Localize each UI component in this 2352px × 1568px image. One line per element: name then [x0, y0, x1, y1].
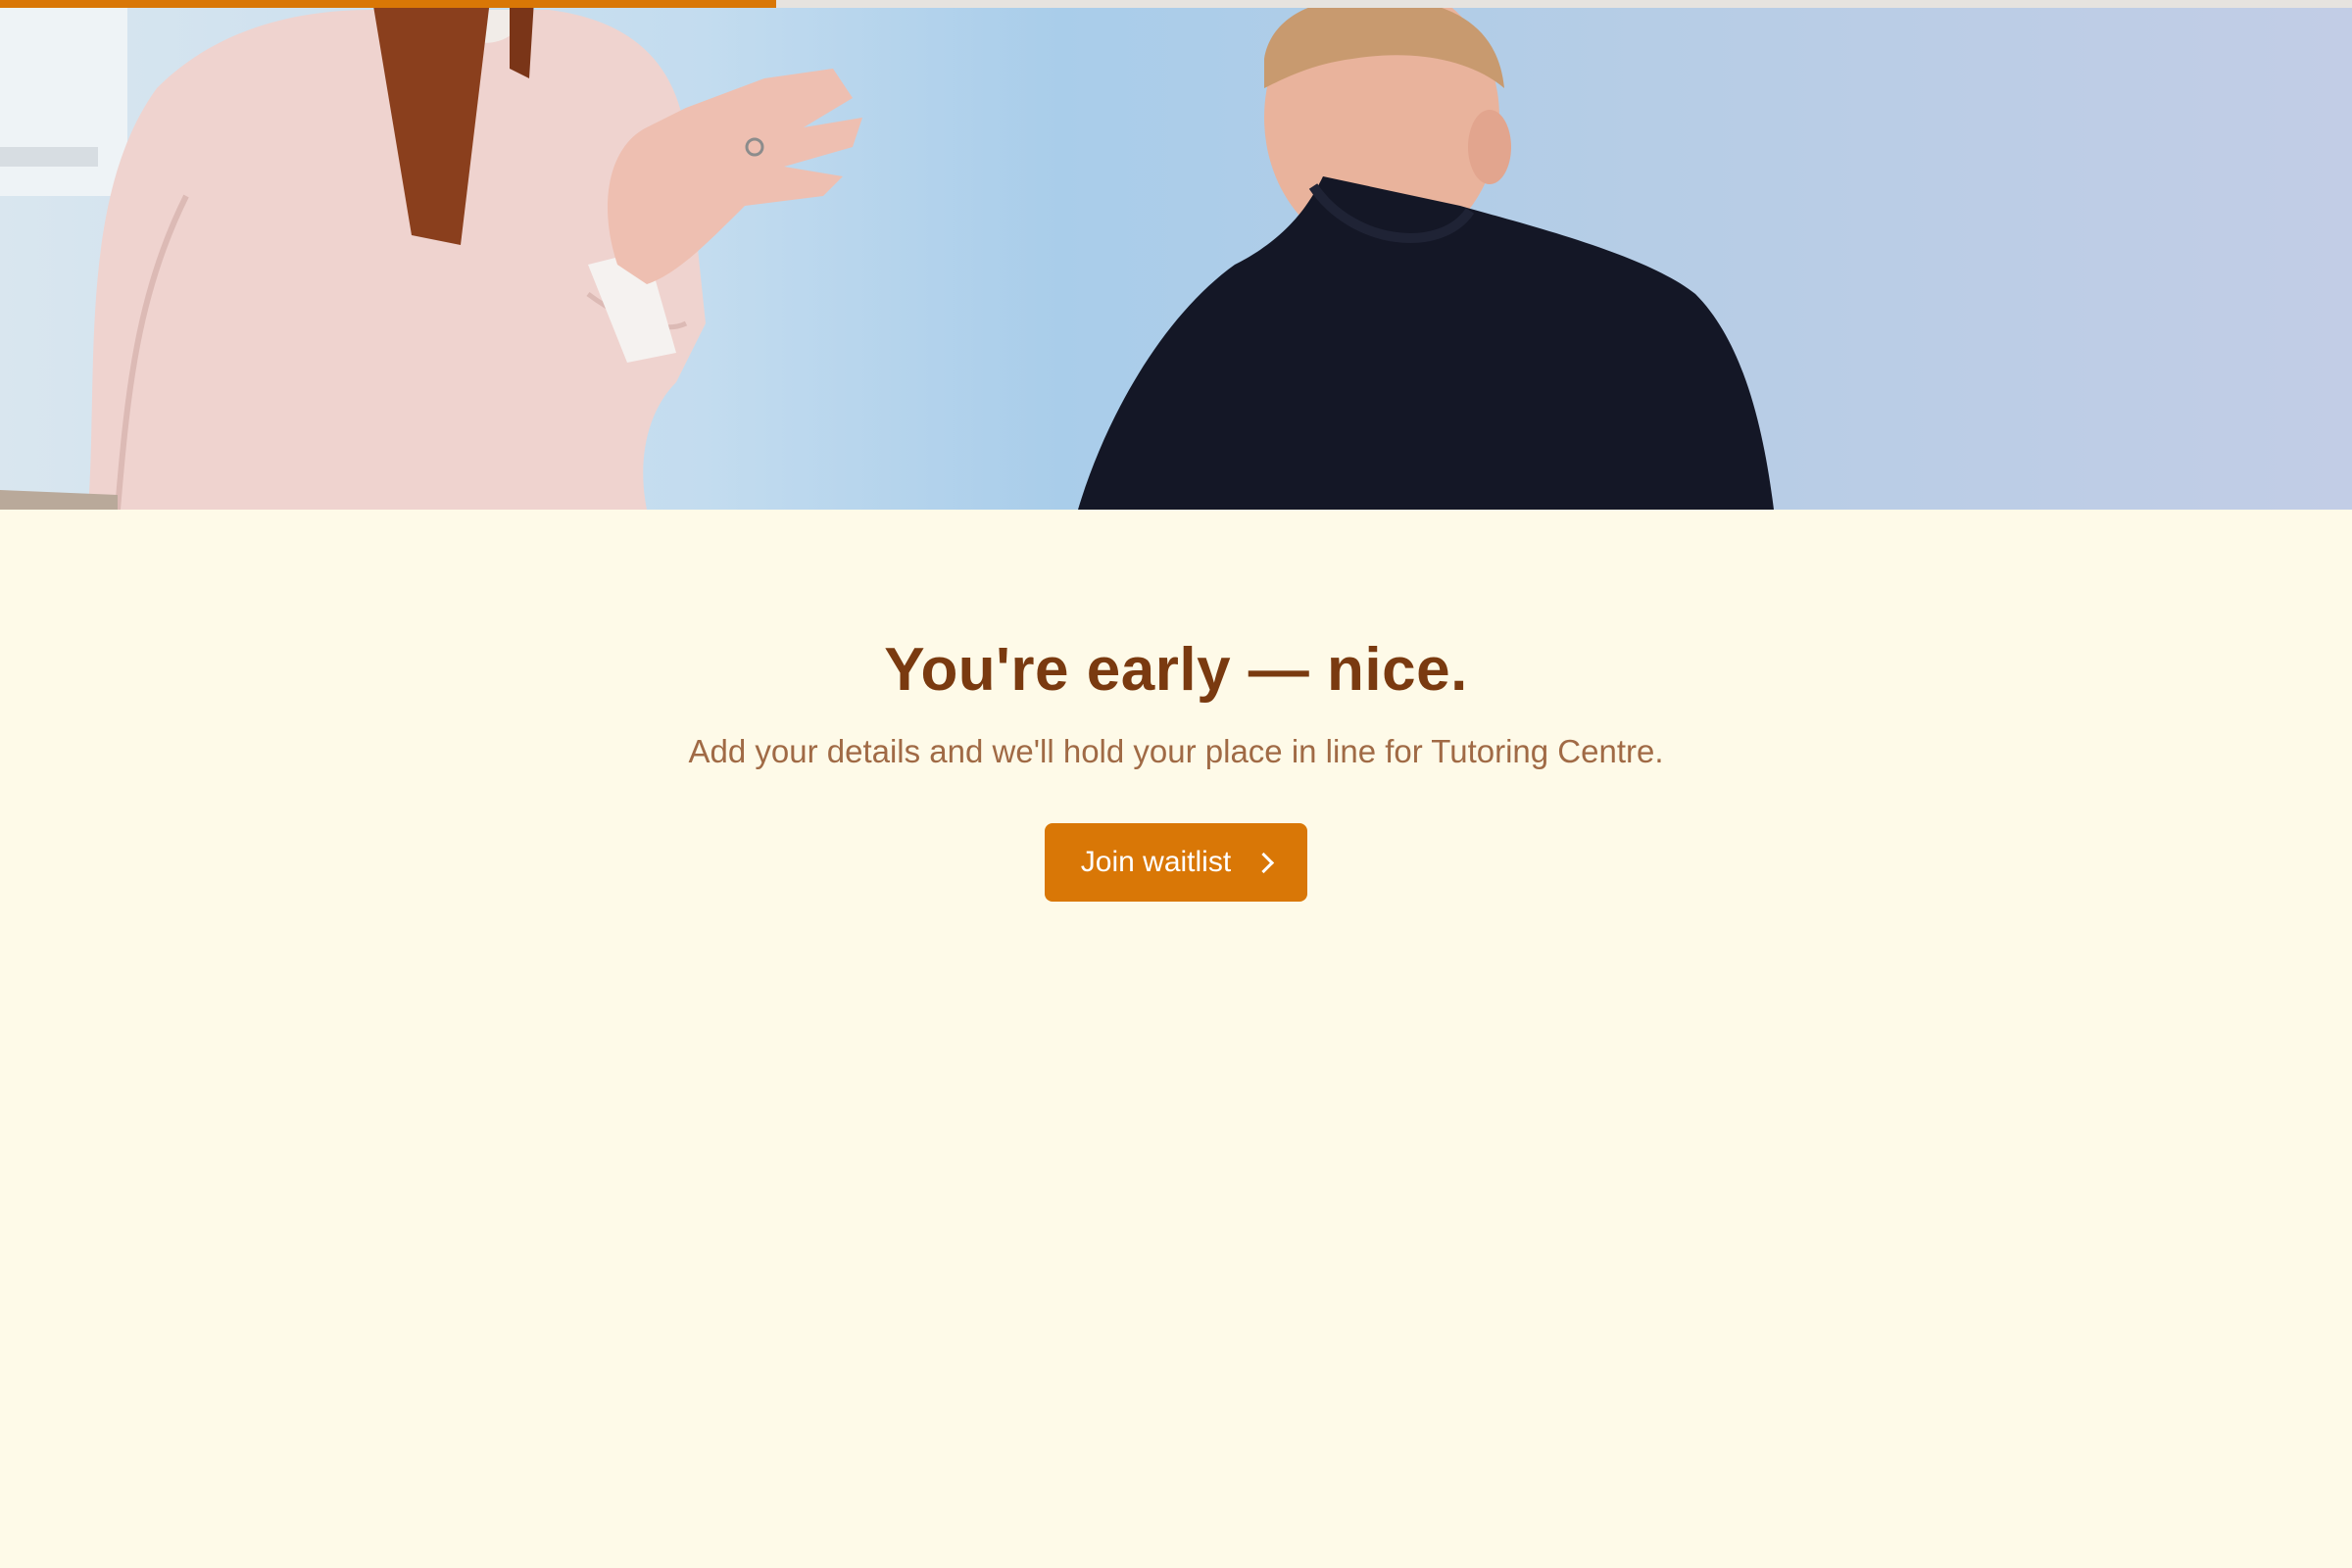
- page-subtitle: Add your details and we'll hold your pla…: [688, 733, 1664, 769]
- progress-bar: [0, 0, 2352, 8]
- join-waitlist-button[interactable]: Join waitlist: [1045, 823, 1307, 902]
- waitlist-page: You're early — nice. Add your details an…: [0, 0, 2352, 1568]
- progress-bar-fill: [0, 0, 776, 8]
- chevron-right-icon: [1253, 852, 1275, 873]
- join-waitlist-button-label: Join waitlist: [1080, 846, 1232, 878]
- hero-image: [0, 0, 2352, 510]
- hero-photo-illustration: [0, 0, 1774, 510]
- page-title: You're early — nice.: [884, 636, 1468, 704]
